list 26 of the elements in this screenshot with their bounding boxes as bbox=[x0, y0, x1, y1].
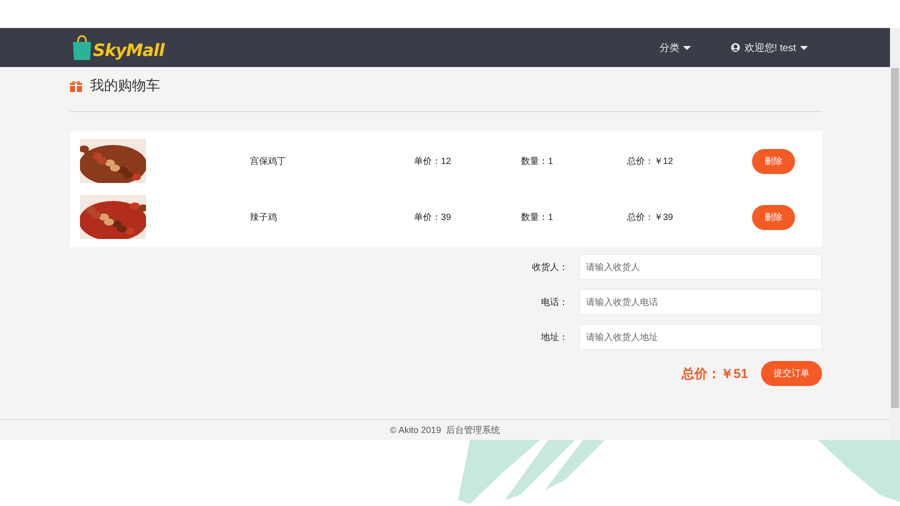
product-name: 辣子鸡 bbox=[250, 210, 278, 224]
input-field[interactable]: 请输入收货人电话 bbox=[579, 289, 822, 315]
footer-text: © Akito 2019 后台管理系统 bbox=[390, 424, 500, 436]
field-label: 收货人： bbox=[531, 260, 568, 274]
caret-icon bbox=[683, 46, 692, 50]
gift-icon bbox=[70, 80, 82, 92]
field-label: 电话： bbox=[540, 296, 568, 308]
shopping-bag-icon bbox=[72, 34, 92, 60]
category-menu[interactable]: 分类 bbox=[659, 40, 692, 54]
caret-icon bbox=[800, 46, 808, 50]
item-total: 总价：￥12 bbox=[627, 154, 674, 168]
scrollbar[interactable] bbox=[890, 28, 900, 440]
quantity: 数量：1 bbox=[521, 210, 554, 224]
unit-price: 单价：39 bbox=[414, 210, 452, 224]
user-menu[interactable]: 欢迎您! test bbox=[731, 40, 808, 54]
unit-price: 单价：12 bbox=[414, 154, 452, 168]
order-total: 总价：￥51 bbox=[682, 364, 748, 382]
input-field[interactable]: 请输入收货人 bbox=[579, 254, 822, 280]
page-title: 我的购物车 bbox=[90, 77, 160, 95]
item-total: 总价：￥39 bbox=[627, 210, 674, 224]
product-name: 宫保鸡丁 bbox=[250, 154, 287, 168]
quantity: 数量：1 bbox=[521, 154, 554, 168]
field-label: 地址： bbox=[540, 330, 568, 344]
user-icon bbox=[731, 43, 740, 52]
logo[interactable]: SkyMall bbox=[72, 34, 164, 60]
input-field[interactable]: 请输入收货人地址 bbox=[579, 324, 822, 350]
